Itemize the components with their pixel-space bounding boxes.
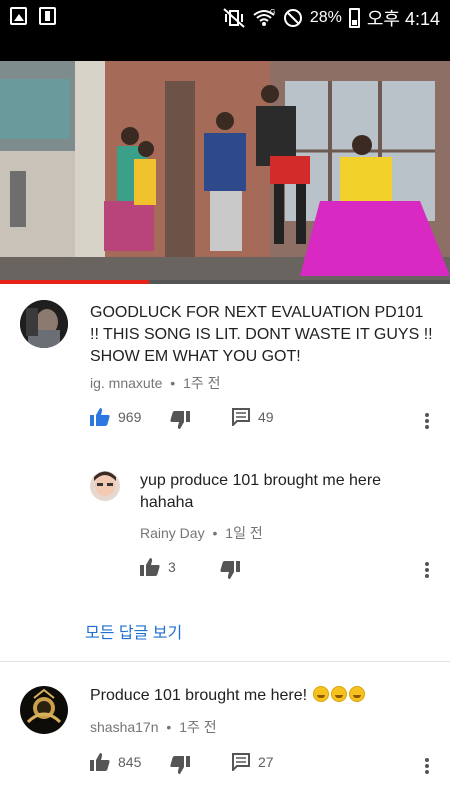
battery-icon [348,8,360,28]
reply-button[interactable]: 49 [232,408,274,426]
grinning-sweat-emoji [313,686,330,702]
thumbs-down-icon [170,411,190,429]
video-player[interactable] [0,34,450,284]
battery-percent: 28% [309,9,342,26]
video-frame [0,61,450,284]
comment-meta: shasha17n • 1주 전 [90,717,217,737]
clock: 오후 4:14 [366,9,440,29]
comment-age: 1주 전 [183,375,221,391]
comment-icon [232,408,250,426]
status-bar: G 28% 오후 4:14 [0,0,450,34]
comment-author[interactable]: ig. mnaxute [90,375,162,391]
wifi-icon: G [253,9,275,26]
video-progress-fill [0,280,149,284]
reply-count: 49 [258,409,274,425]
dislike-button[interactable] [220,561,240,579]
reply-count: 27 [258,754,274,770]
thumbs-up-icon [90,753,110,771]
reply-meta: Rainy Day • 1일 전 [140,523,263,543]
video-progress-bar[interactable] [0,280,450,284]
vibrate-mute-icon [223,8,245,28]
comment: Produce 101 brought me here! shasha17n •… [0,683,450,793]
comment-text: Produce 101 brought me here! [90,685,435,707]
comment-actions: 969 49 [90,408,440,432]
like-button[interactable]: 3 [140,558,176,576]
comment-meta: ig. mnaxute • 1주 전 [90,373,221,393]
like-button[interactable]: 845 [90,753,141,771]
comment-age: 1주 전 [179,719,217,735]
comment-actions: 845 27 [90,753,440,777]
reply-age: 1일 전 [225,525,263,541]
thumbs-up-icon [90,408,110,426]
reply-comment: yup produce 101 brought me here hahaha R… [0,466,450,586]
avatar[interactable] [90,471,120,501]
comment: GOODLUCK FOR NEXT EVALUATION PD101 !! TH… [0,296,450,446]
document-notification-icon [39,7,56,25]
thumbs-down-icon [170,756,190,774]
comment-body: Produce 101 brought me here! [90,687,312,704]
more-options-icon[interactable] [421,410,433,432]
do-not-disturb-icon [283,9,302,27]
reply-text: yup produce 101 brought me here hahaha [140,472,382,511]
view-all-replies-link[interactable]: 모든 답글 보기 [85,619,182,643]
reply-actions: 3 [140,558,440,582]
like-count: 3 [168,559,176,575]
meta-separator: • [166,719,172,735]
divider [0,661,450,662]
network-type-label: G [270,9,275,16]
meta-separator: • [212,525,218,541]
meta-separator: • [170,375,176,391]
like-count: 969 [118,409,142,425]
reply-button[interactable]: 27 [232,753,274,771]
grinning-sweat-emoji [349,686,366,702]
comment-text: GOODLUCK FOR NEXT EVALUATION PD101 !! TH… [90,304,433,365]
comment-author[interactable]: shasha17n [90,719,159,735]
like-button[interactable]: 969 [90,408,141,426]
more-options-icon[interactable] [421,559,433,581]
avatar[interactable] [20,686,68,734]
like-count: 845 [118,754,142,770]
thumbs-down-icon [220,561,240,579]
more-options-icon[interactable] [421,755,433,777]
avatar[interactable] [20,300,68,348]
dislike-button[interactable] [170,411,190,429]
gallery-notification-icon [10,7,27,25]
comment-icon [232,753,250,771]
reply-author[interactable]: Rainy Day [140,525,205,541]
dislike-button[interactable] [170,756,190,774]
thumbs-up-icon [140,558,160,576]
grinning-sweat-emoji [331,686,348,702]
